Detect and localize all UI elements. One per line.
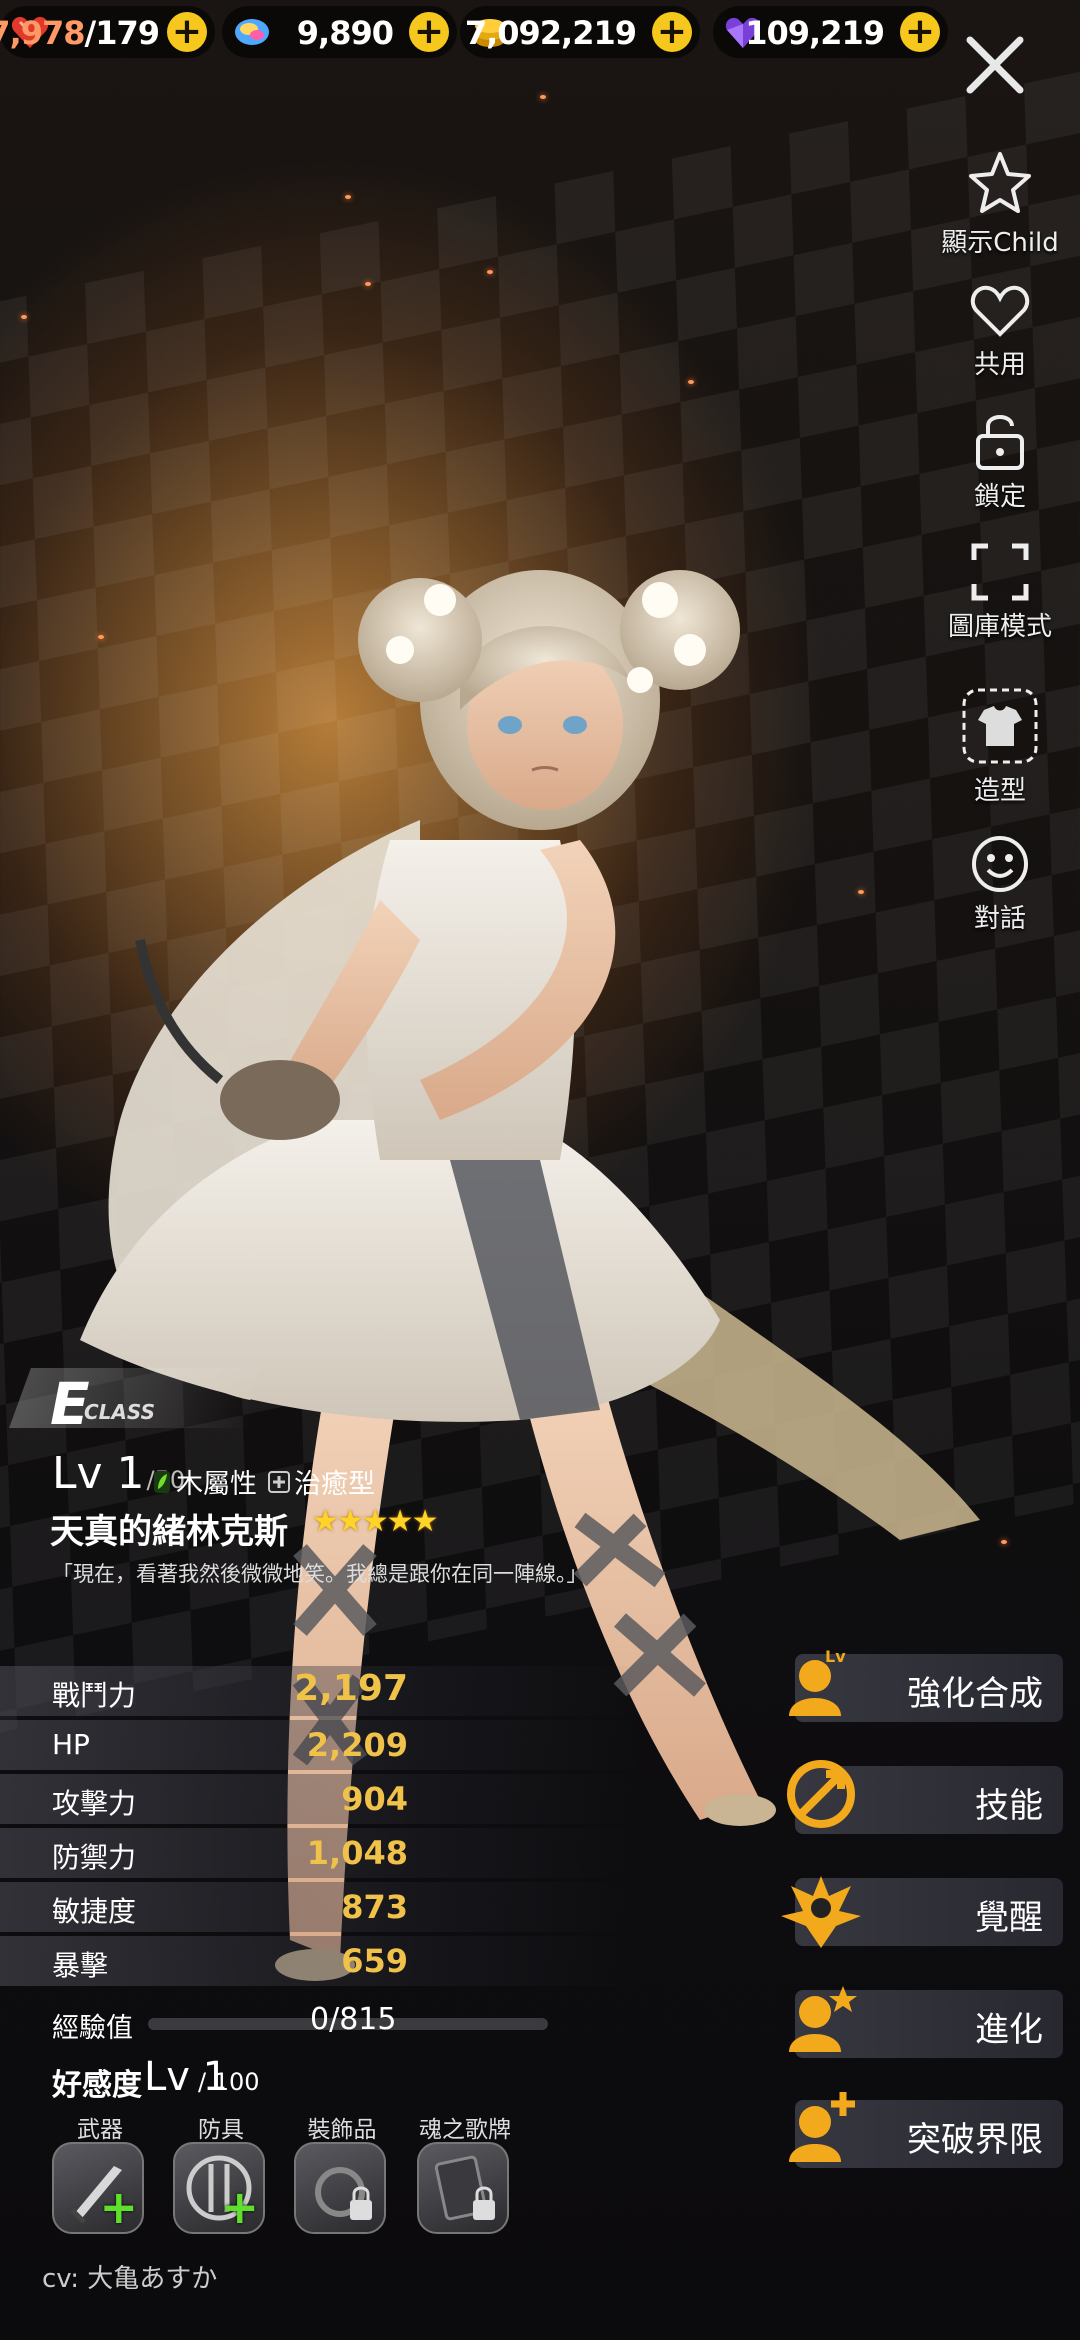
gold-value: 7,092,219 (464, 14, 637, 52)
add-gems-button[interactable]: + (409, 12, 449, 52)
resource-bar: 7,978/179 + 9,890 + 7,092,219 + 109,219 … (0, 0, 1080, 70)
class-word: CLASS (84, 1400, 155, 1424)
awaken-icon (781, 1876, 861, 1948)
rainbow-gem-icon (235, 19, 269, 45)
gallery-mode-label: 圖庫模式 (947, 612, 1052, 642)
awaken-button[interactable]: 覺醒 (781, 1876, 1063, 1948)
fullscreen-icon (971, 543, 1029, 601)
gallery-mode-button[interactable]: 圖庫模式 (930, 542, 1070, 652)
voice-actor-credit: cv: 大亀あすか (42, 2264, 218, 2294)
enhance-button[interactable]: Lv 強化合成 (789, 1647, 1063, 1722)
svg-text:Lv: Lv (825, 1647, 846, 1666)
character-name: 天真的緒林克斯 (50, 1512, 288, 1552)
costume-label: 造型 (973, 776, 1026, 806)
rarity-stars: ★★★★★ (312, 1504, 438, 1539)
close-icon[interactable] (960, 30, 1030, 100)
stat-row-power: 戰鬥力 2,197 (0, 1666, 640, 1716)
role-label: 治癒型 (294, 1469, 375, 1500)
lock-icon (976, 415, 1024, 470)
stat-value: 659 (341, 1942, 408, 1980)
weapon-slot[interactable]: + (52, 2142, 144, 2234)
stat-value: 2,209 (306, 1726, 408, 1764)
costume-button[interactable]: 造型 (930, 686, 1070, 806)
stamina-counter: 7,978/179 + (0, 6, 215, 58)
heart-icon (970, 285, 1030, 337)
evolve-icon (789, 1986, 857, 2052)
stat-label: 暴擊 (52, 1949, 109, 1982)
limit-break-icon (789, 2092, 855, 2162)
enhance-label: 強化合成 (907, 1674, 1043, 1714)
stat-value: 873 (341, 1888, 408, 1926)
evolve-label: 進化 (975, 2010, 1043, 2050)
show-child-label: 顯示Child (941, 228, 1059, 258)
lock-button[interactable]: 鎖定 (930, 408, 1070, 518)
weapon-label: 武器 (77, 2117, 123, 2143)
add-weapon-icon: + (99, 2180, 138, 2234)
add-stamina-button[interactable]: + (167, 12, 207, 52)
skill-button[interactable]: 技能 (787, 1760, 1063, 1834)
ring-icon (315, 2167, 372, 2220)
stat-row-hp: HP 2,209 (0, 1720, 640, 1770)
exp-label: 經驗值 (52, 2013, 133, 2044)
share-button[interactable]: 共用 (930, 280, 1070, 390)
stat-row-critical: 暴擊 659 (0, 1936, 640, 1986)
add-armor-icon: + (220, 2180, 259, 2234)
stat-label: 戰鬥力 (52, 1679, 137, 1712)
armor-label: 防具 (198, 2117, 244, 2143)
stat-value: 2,197 (294, 1668, 408, 1709)
accessory-label: 裝飾品 (307, 2117, 377, 2143)
element-label: 木屬性 (176, 1469, 257, 1500)
stat-label: HP (52, 1728, 90, 1761)
share-label: 共用 (973, 350, 1026, 380)
evolve-button[interactable]: 進化 (789, 1986, 1063, 2058)
stat-label: 攻擊力 (52, 1787, 137, 1820)
heal-role-icon (268, 1470, 290, 1493)
skill-icon (787, 1760, 855, 1828)
lock-label: 鎖定 (973, 482, 1026, 512)
gem-counter: 9,890 + (222, 6, 457, 58)
stamina-value: 7,978/179 (0, 14, 160, 52)
affection-max: / 100 (198, 2068, 260, 2096)
leaf-element-icon (154, 1470, 170, 1493)
stat-label: 防禦力 (52, 1841, 137, 1874)
stat-row-defense: 防禦力 1,048 (0, 1828, 640, 1878)
smile-icon (972, 836, 1028, 892)
add-soul-button[interactable]: + (900, 12, 940, 52)
add-gold-button[interactable]: + (652, 12, 692, 52)
limit-break-label: 突破界限 (907, 2120, 1043, 2160)
role-tag: 治癒型 (268, 1462, 375, 1501)
soul-counter: 109,219 + (713, 6, 948, 58)
dialogue-button[interactable]: 對話 (930, 834, 1070, 944)
stat-value: 1,048 (306, 1834, 408, 1872)
soul-card-label: 魂之歌牌 (419, 2117, 511, 2143)
accessory-slot[interactable] (294, 2142, 386, 2234)
awaken-label: 覺醒 (975, 1898, 1043, 1938)
character-quote: 「現在，看著我然後微微地笑。我總是跟你在同一陣線。」 (52, 1562, 588, 1586)
affection-label: 好感度 (52, 2068, 142, 2103)
exp-value: 0/815 (310, 2002, 397, 2037)
soul-card-slot[interactable] (417, 2142, 509, 2234)
level-value: Lv 1 (52, 1448, 145, 1499)
stamina-max: /179 (84, 14, 160, 52)
stat-row-agility: 敏捷度 873 (0, 1882, 640, 1932)
stat-label: 敏捷度 (52, 1895, 137, 1928)
star-icon (969, 152, 1031, 213)
element-tag: 木屬性 (152, 1462, 257, 1501)
costume-icon (962, 688, 1038, 764)
stamina-current: 7,978 (0, 14, 86, 52)
stat-row-attack: 攻擊力 904 (0, 1774, 640, 1824)
stat-value: 904 (341, 1780, 408, 1818)
level-up-icon: Lv (789, 1647, 846, 1716)
gem-value: 9,890 (296, 14, 394, 52)
dialogue-label: 對話 (973, 904, 1026, 934)
armor-slot[interactable]: + (173, 2142, 265, 2234)
soul-value: 109,219 (745, 14, 885, 52)
show-child-button[interactable]: 顯示Child (930, 148, 1070, 258)
card-icon (434, 2155, 495, 2221)
limit-break-button[interactable]: 突破界限 (789, 2092, 1063, 2168)
gold-counter: 7,092,219 + (460, 6, 700, 58)
skill-label: 技能 (975, 1786, 1043, 1826)
